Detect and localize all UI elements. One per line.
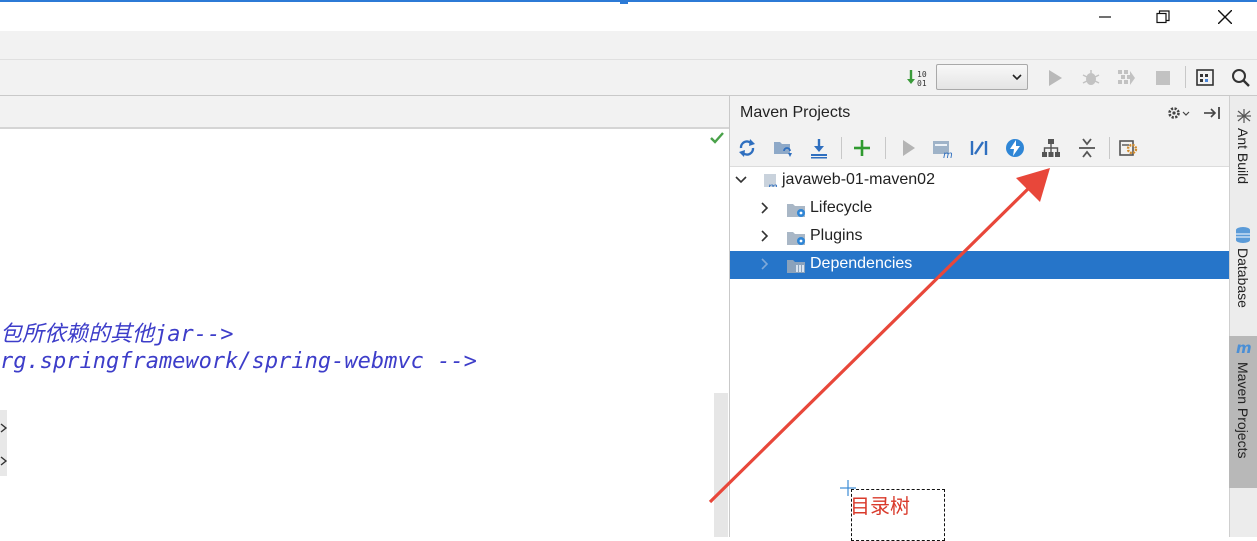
chevron-down-icon xyxy=(1012,74,1022,81)
editor-tab-bar xyxy=(0,96,729,128)
download-icon[interactable] xyxy=(807,136,831,160)
restore-icon xyxy=(1156,9,1170,23)
debug-icon[interactable] xyxy=(1080,67,1102,89)
database-icon xyxy=(1236,227,1250,243)
execute-goal-icon[interactable]: m xyxy=(931,136,955,160)
coverage-icon[interactable] xyxy=(1115,67,1137,89)
run-icon[interactable] xyxy=(1044,67,1066,89)
search-icon[interactable] xyxy=(1230,67,1252,89)
toolbar-separator xyxy=(841,137,842,159)
minimize-icon xyxy=(1099,15,1111,18)
tab-database[interactable]: Database xyxy=(1229,222,1257,322)
annotation-label: 目录树 xyxy=(850,494,910,518)
maven-panel-title: Maven Projects xyxy=(740,104,851,121)
fold-marker-icon[interactable] xyxy=(0,420,8,439)
collapse-all-icon[interactable] xyxy=(1075,136,1099,160)
restore-button[interactable] xyxy=(1140,2,1186,31)
hide-panel-icon[interactable] xyxy=(1203,104,1223,126)
maven-settings-icon[interactable] xyxy=(1117,136,1141,160)
toolbar-separator xyxy=(1109,137,1110,159)
generate-sources-icon[interactable] xyxy=(771,136,795,160)
stop-icon[interactable] xyxy=(1152,67,1174,89)
toolbar-separator xyxy=(885,137,886,159)
crosshair-cursor-icon xyxy=(840,480,856,496)
run-icon[interactable] xyxy=(896,136,920,160)
code-line-comment-2: rg.springframework/spring-webmvc --> xyxy=(0,349,477,374)
menu-bar xyxy=(0,31,1257,60)
maven-icon: m xyxy=(1236,340,1252,356)
tab-label: Database xyxy=(1235,248,1251,308)
skip-tests-icon[interactable] xyxy=(1003,136,1027,160)
tab-label: Maven Projects xyxy=(1235,362,1251,459)
tab-label: Ant Build xyxy=(1235,128,1251,185)
tab-maven-projects[interactable]: m Maven Projects xyxy=(1229,336,1257,488)
title-accent xyxy=(620,0,628,4)
checkmark-icon xyxy=(709,130,725,149)
settings-icon[interactable] xyxy=(1166,104,1192,126)
reimport-icon[interactable] xyxy=(735,136,759,160)
add-icon[interactable] xyxy=(850,136,874,160)
fold-marker-icon[interactable] xyxy=(0,453,8,472)
annotation-arrow xyxy=(708,168,1050,504)
title-bar xyxy=(0,0,1257,31)
ant-icon xyxy=(1237,109,1251,123)
editor-divider xyxy=(0,127,729,129)
toggle-offline-icon[interactable] xyxy=(967,136,991,160)
svg-text:01: 01 xyxy=(917,79,927,88)
show-dependencies-icon[interactable] xyxy=(1039,136,1063,160)
project-structure-icon[interactable] xyxy=(1195,67,1217,89)
close-button[interactable] xyxy=(1202,2,1248,31)
code-line-comment-1: 包所依赖的其他jar--> xyxy=(0,322,234,347)
minimize-button[interactable] xyxy=(1082,2,1128,31)
sort-digits-icon[interactable]: 10 01 xyxy=(905,67,927,89)
main-toolbar: 10 01 xyxy=(0,60,1257,96)
svg-text:m: m xyxy=(1236,340,1252,356)
tab-ant-build[interactable]: Ant Build xyxy=(1229,104,1257,204)
run-config-select[interactable] xyxy=(936,64,1028,90)
svg-text:10: 10 xyxy=(917,70,927,79)
maven-panel-header: Maven Projects xyxy=(730,96,1229,130)
svg-text:m: m xyxy=(943,150,953,159)
toolbar-separator xyxy=(1185,66,1186,88)
close-icon xyxy=(1218,9,1232,24)
